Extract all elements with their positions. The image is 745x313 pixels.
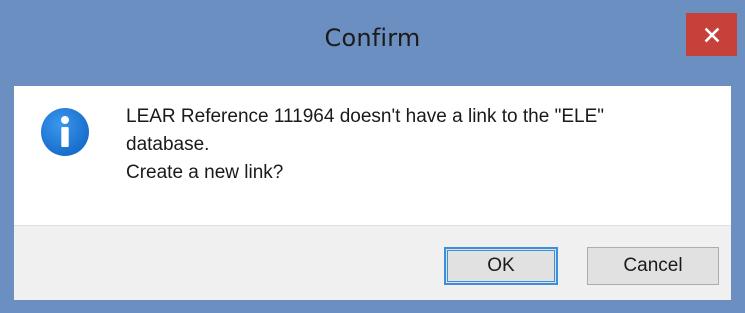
info-icon — [41, 108, 89, 156]
dialog-title: Confirm — [324, 24, 421, 52]
cancel-button[interactable]: Cancel — [587, 247, 719, 285]
close-icon — [704, 27, 719, 42]
message-text: LEAR Reference 111964 doesn't have a lin… — [126, 103, 716, 187]
message-line-1: LEAR Reference 111964 doesn't have a lin… — [126, 106, 604, 127]
dialog-client-area: LEAR Reference 111964 doesn't have a lin… — [14, 86, 731, 300]
message-area: LEAR Reference 111964 doesn't have a lin… — [14, 86, 731, 225]
focus-rectangle — [447, 250, 555, 282]
close-button[interactable] — [686, 13, 737, 56]
message-line-2: database. — [126, 134, 210, 155]
ok-button[interactable]: OK — [444, 247, 558, 285]
confirm-dialog: Confirm LEAR Reference 111964 doesn't ha… — [0, 0, 745, 313]
button-bar: OK Cancel — [14, 225, 731, 300]
cancel-button-label: Cancel — [623, 255, 683, 276]
message-line-3: Create a new link? — [126, 162, 284, 183]
title-bar[interactable]: Confirm — [0, 0, 745, 86]
